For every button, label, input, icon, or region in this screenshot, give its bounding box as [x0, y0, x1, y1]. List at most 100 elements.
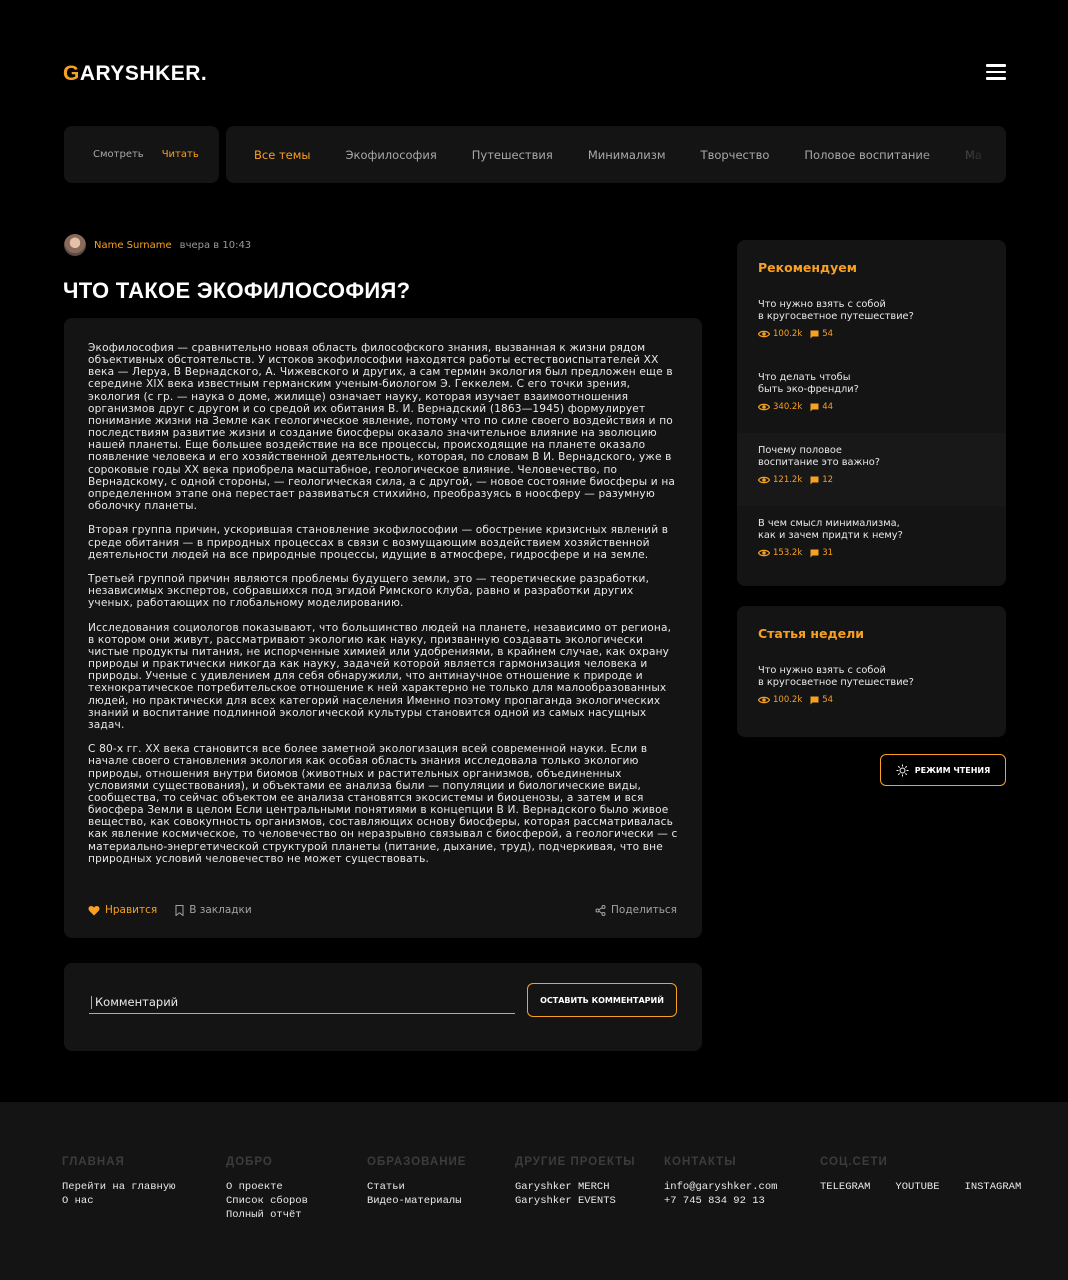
article-paragraph: Исследования социологов показывают, что …: [88, 621, 672, 731]
eye-icon: [758, 696, 770, 704]
logo[interactable]: GARYSHKER.: [63, 62, 207, 86]
footer-email-link[interactable]: info@garyshker.com: [664, 1180, 777, 1194]
heart-icon: [88, 905, 100, 915]
recommended-title: Рекомендуем: [758, 260, 857, 275]
article-title: ЧТО ТАКОЕ ЭКОФИЛОСОФИЯ?: [63, 278, 411, 303]
comments-count: 54: [822, 329, 834, 339]
recommended-question: В чем смысл минимализма, как и зачем при…: [758, 518, 903, 541]
footer-heading: ДРУГИЕ ПРОЕКТЫ: [515, 1156, 636, 1168]
recommended-card: Рекомендуем Что нужно взять с собой в кр…: [737, 240, 1006, 586]
comments-count: 44: [822, 402, 834, 412]
eye-icon: [758, 330, 770, 338]
week-article-card: Статья недели Что нужно взять с собой в …: [737, 606, 1006, 737]
views-count: 153.2k: [773, 548, 803, 558]
article-paragraph: Третьей группой причин являются проблемы…: [88, 573, 650, 610]
comment-input[interactable]: [89, 990, 515, 1014]
topic-all[interactable]: Все темы: [254, 148, 310, 162]
footer-phone-link[interactable]: +7 745 834 92 13: [664, 1194, 777, 1208]
recommended-item[interactable]: В чем смысл минимализма, как и зачем при…: [737, 506, 1006, 579]
week-article-title: Статья недели: [758, 626, 864, 641]
footer: ГЛАВНАЯ Перейти на главную О нас ДОБРО О…: [0, 1102, 1068, 1280]
recommended-item[interactable]: Что делать чтобы быть эко-френдли? 340.2…: [737, 360, 1006, 433]
footer-link[interactable]: О проекте: [226, 1180, 308, 1194]
comment-form: ОСТАВИТЬ КОММЕНТАРИЙ: [64, 963, 702, 1051]
topics-bar: Все темы Экофилософия Путешествия Минима…: [226, 126, 1006, 183]
menu-icon[interactable]: [986, 64, 1006, 80]
reader-mode-label: РЕЖИМ ЧТЕНИЯ: [914, 765, 991, 775]
footer-col-contacts: КОНТАКТЫ info@garyshker.com +7 745 834 9…: [664, 1156, 777, 1208]
submit-comment-button[interactable]: ОСТАВИТЬ КОММЕНТАРИЙ: [527, 983, 677, 1017]
footer-heading: ДОБРО: [226, 1156, 273, 1168]
comment-icon: [810, 696, 819, 704]
like-label: Нравится: [105, 904, 158, 916]
bookmark-label: В закладки: [189, 904, 252, 916]
recommended-question: Почему половое воспитание это важно?: [758, 445, 880, 468]
reader-mode-button[interactable]: РЕЖИМ ЧТЕНИЯ: [880, 754, 1006, 786]
footer-link[interactable]: Перейти на главную: [62, 1180, 175, 1194]
topic-sex-education[interactable]: Половое воспитание: [804, 148, 930, 162]
article-paragraph: С 80-х гг. XX века становится все более …: [88, 743, 678, 865]
recommended-question: Что делать чтобы быть эко-френдли?: [758, 372, 859, 395]
comment-icon: [810, 549, 819, 557]
avatar[interactable]: [64, 234, 86, 256]
youtube-link[interactable]: YOUTUBE: [895, 1180, 939, 1194]
footer-heading: ОБРАЗОВАНИЕ: [367, 1156, 467, 1168]
author-name[interactable]: Name Surname: [94, 240, 172, 251]
article-paragraph: Вторая группа причин, ускорившая становл…: [88, 524, 669, 561]
views-count: 100.2k: [773, 695, 803, 705]
author-line: Name Surname вчера в 10:43: [64, 234, 251, 256]
article-card: Экофилософия — сравнительно новая област…: [64, 318, 702, 938]
footer-col-projects: ДРУГИЕ ПРОЕКТЫ Garyshker MERCH Garyshker…: [515, 1156, 636, 1208]
instagram-link[interactable]: INSTAGRAM: [965, 1180, 1022, 1194]
bookmark-button[interactable]: В закладки: [175, 904, 252, 916]
comment-icon: [810, 330, 819, 338]
views-count: 340.2k: [773, 402, 803, 412]
footer-heading: КОНТАКТЫ: [664, 1156, 737, 1168]
footer-link[interactable]: Видео-материалы: [367, 1194, 466, 1208]
topic-creativity[interactable]: Творчество: [701, 148, 770, 162]
article-actions: Нравится В закладки Поделиться: [88, 904, 677, 916]
footer-link[interactable]: Статьи: [367, 1180, 466, 1194]
footer-col-social: СОЦ.СЕТИ TELEGRAM YOUTUBE INSTAGRAM: [820, 1156, 1021, 1194]
comment-icon: [810, 403, 819, 411]
footer-col-good: ДОБРО О проекте Список сборов Полный отч…: [226, 1156, 308, 1222]
footer-link[interactable]: Полный отчёт: [226, 1208, 308, 1222]
read-toggle[interactable]: Читать: [162, 149, 199, 160]
bookmark-icon: [175, 904, 184, 916]
week-article-question: Что нужно взять с собой в кругосветное п…: [758, 665, 914, 688]
footer-col-edu: ОБРАЗОВАНИЕ Статьи Видео-материалы: [367, 1156, 466, 1208]
footer-link[interactable]: О нас: [62, 1194, 175, 1208]
topic-ecophilosophy[interactable]: Экофилософия: [345, 148, 436, 162]
eye-icon: [758, 476, 770, 484]
comment-icon: [810, 476, 819, 484]
footer-heading: СОЦ.СЕТИ: [820, 1156, 888, 1168]
telegram-link[interactable]: TELEGRAM: [820, 1180, 870, 1194]
topic-travel[interactable]: Путешествия: [472, 148, 553, 162]
eye-icon: [758, 403, 770, 411]
views-count: 121.2k: [773, 475, 803, 485]
mode-switch: Смотреть Читать: [64, 126, 219, 183]
comments-count: 54: [822, 695, 834, 705]
eye-icon: [758, 549, 770, 557]
comments-count: 31: [822, 548, 834, 558]
like-button[interactable]: Нравится: [88, 904, 157, 916]
sun-icon: [896, 764, 909, 776]
text-cursor: [91, 996, 92, 1009]
topic-minimalism[interactable]: Минимализм: [588, 148, 666, 162]
footer-heading: ГЛАВНАЯ: [62, 1156, 125, 1168]
article-body: Экофилософия — сравнительно новая област…: [88, 342, 678, 865]
share-label: Поделиться: [611, 904, 677, 916]
recommended-item[interactable]: Почему половое воспитание это важно? 121…: [737, 433, 1006, 506]
footer-link[interactable]: Garyshker EVENTS: [515, 1194, 636, 1208]
comments-count: 12: [822, 475, 834, 485]
footer-link[interactable]: Список сборов: [226, 1194, 308, 1208]
watch-toggle[interactable]: Смотреть: [93, 149, 144, 160]
footer-link[interactable]: Garyshker MERCH: [515, 1180, 636, 1194]
week-article-item[interactable]: Что нужно взять с собой в кругосветное п…: [737, 653, 1006, 726]
post-time: вчера в 10:43: [179, 239, 252, 251]
recommended-question: Что нужно взять с собой в кругосветное п…: [758, 299, 914, 322]
share-icon: [595, 904, 606, 916]
views-count: 100.2k: [773, 329, 803, 339]
share-button[interactable]: Поделиться: [595, 904, 677, 916]
recommended-item[interactable]: Что нужно взять с собой в кругосветное п…: [737, 287, 1006, 360]
